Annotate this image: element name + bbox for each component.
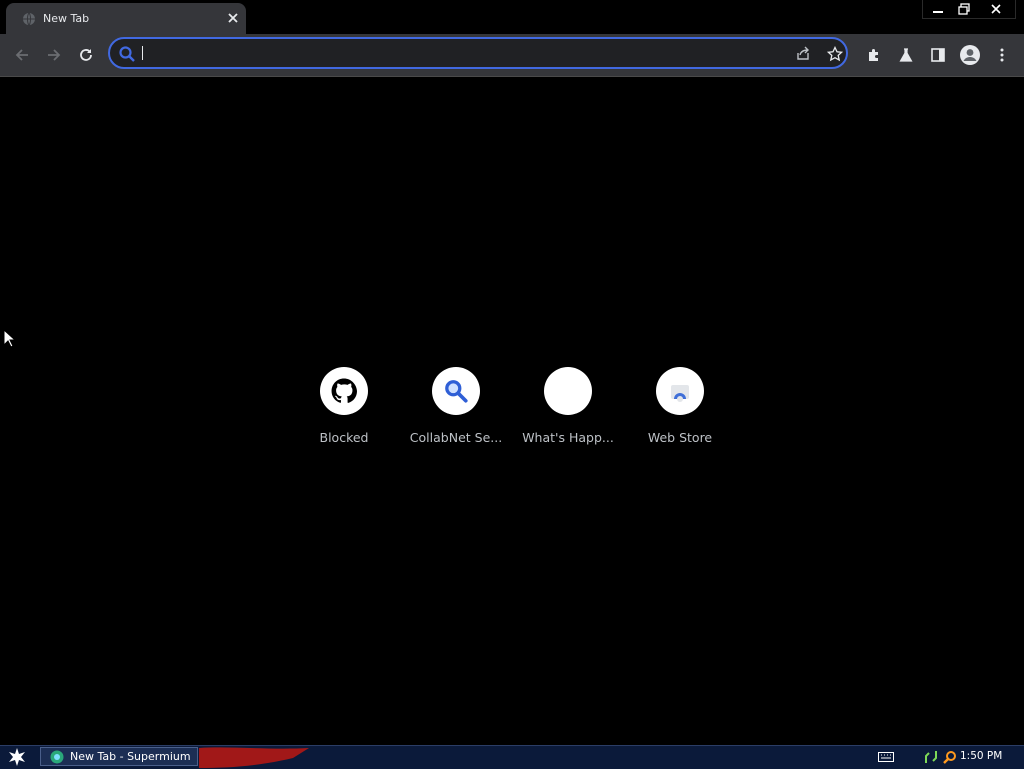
tab-strip: New Tab [0,0,1024,34]
tab-close-icon[interactable] [224,9,242,27]
shortcut-label: Blocked [319,430,369,445]
kebab-menu-icon [1000,48,1004,62]
star-icon[interactable] [825,44,845,64]
taskbar-item-browser[interactable]: New Tab - Supermium [40,747,198,766]
search-tray-icon[interactable] [941,749,959,765]
shortcut-icon-circle [656,367,704,415]
back-button[interactable] [9,42,35,68]
taskbar: New Tab - Supermium 1:50 PM [0,745,1024,769]
web-store-icon [671,385,689,402]
forward-button[interactable] [41,42,67,68]
arrow-right-icon [48,49,61,61]
text-caret [142,46,143,60]
tab-title: New Tab [43,12,90,25]
arrow-left-icon [15,49,28,61]
blank-icon [544,367,592,415]
share-icon[interactable] [793,44,813,64]
shortcut-tiles: Blocked CollabNet Se... What's Happ... W… [0,367,1024,457]
shortcut-label: CollabNet Se... [409,430,503,445]
search-icon [119,46,135,62]
omnibox[interactable] [108,37,848,69]
flask-icon [899,48,913,62]
omnibox-input[interactable] [140,42,744,66]
labs-button[interactable] [893,42,919,68]
restore-icon[interactable] [951,0,977,18]
minimize-icon[interactable] [925,0,951,18]
extensions-button[interactable] [861,42,887,68]
shortcut-label: What's Happ... [522,430,614,445]
star-burst-icon [9,748,25,766]
shortcut-tile[interactable]: Blocked [288,367,400,457]
network-icon[interactable] [922,749,940,765]
github-icon [331,378,357,403]
side-panel-icon [931,48,945,62]
new-tab-page: Blocked CollabNet Se... What's Happ... W… [0,77,1024,745]
start-button[interactable] [6,747,28,767]
search-icon [445,380,468,403]
puzzle-icon [869,49,878,61]
shortcut-tile[interactable]: CollabNet Se... [400,367,512,457]
profile-button[interactable] [957,42,983,68]
shortcut-label: Web Store [647,430,713,445]
window-controls [922,0,1016,19]
shortcut-tile[interactable]: What's Happ... [512,367,624,457]
clock: 1:50 PM [960,750,1003,762]
profile-icon [960,45,980,65]
mouse-cursor-icon [3,329,17,348]
shortcut-icon-circle [432,367,480,415]
taskbar-decoration [199,747,309,768]
shortcut-tile[interactable]: Web Store [624,367,736,457]
browser-toolbar [0,34,1024,77]
reload-icon [80,49,92,61]
menu-button[interactable] [989,42,1015,68]
side-panel-button[interactable] [925,42,951,68]
keyboard-icon[interactable] [876,749,896,765]
browser-app-icon [50,750,64,764]
taskbar-item-label: New Tab - Supermium [70,750,191,763]
close-icon[interactable] [983,0,1009,18]
tab-new-tab[interactable]: New Tab [6,3,246,34]
globe-icon [23,12,35,26]
reload-button[interactable] [73,42,99,68]
shortcut-icon-circle [320,367,368,415]
